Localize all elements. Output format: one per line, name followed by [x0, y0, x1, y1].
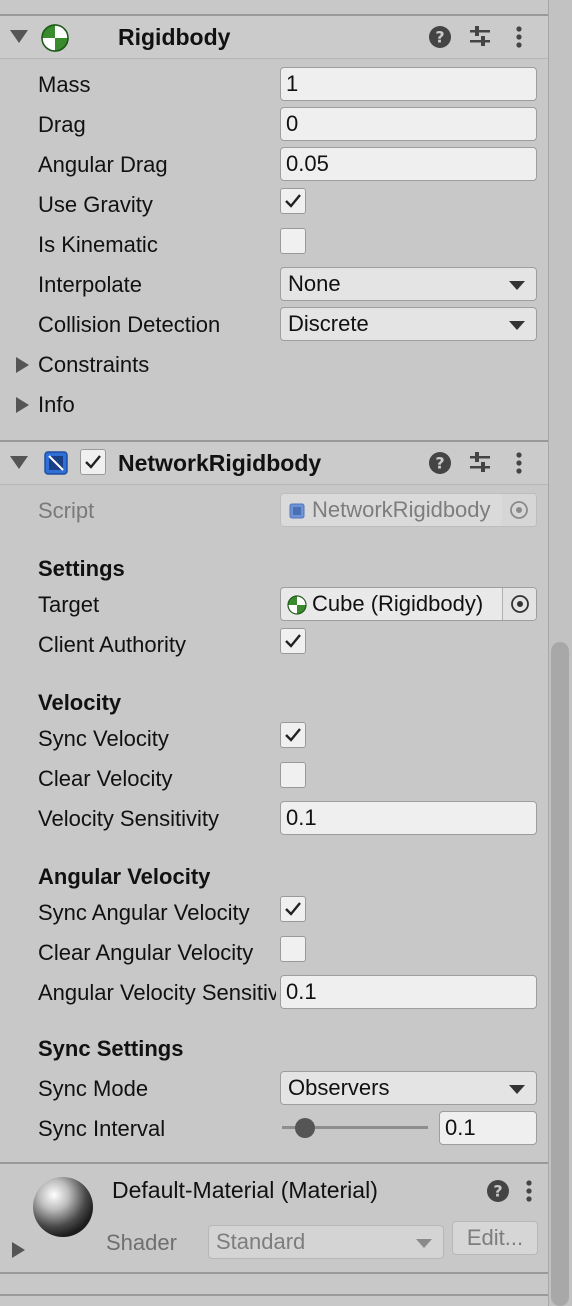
- sync-interval-label: Sync Interval: [38, 1116, 166, 1141]
- script-icon: [44, 451, 68, 480]
- info-foldout-label[interactable]: Info: [38, 392, 75, 418]
- sync-velocity-label: Sync Velocity: [38, 726, 169, 751]
- velocity-heading: Velocity: [38, 690, 122, 715]
- sync-interval-slider[interactable]: [282, 1118, 428, 1138]
- client-authority-checkbox[interactable]: [280, 628, 306, 654]
- object-picker-icon[interactable]: [502, 588, 536, 620]
- dropdown-arrow-icon: [416, 1239, 432, 1248]
- rigidbody-icon: [40, 23, 70, 58]
- context-menu-icon[interactable]: [514, 25, 524, 54]
- presets-icon[interactable]: [468, 451, 492, 480]
- interpolate-label: Interpolate: [38, 272, 142, 297]
- sync-mode-dropdown[interactable]: Observers: [280, 1071, 537, 1105]
- checkmark-icon: [85, 455, 101, 469]
- rigidbody-title: Rigidbody: [118, 24, 231, 50]
- velocity-sensitivity-field[interactable]: 0.1: [280, 801, 537, 835]
- settings-heading: Settings: [38, 556, 125, 581]
- constraints-foldout-label[interactable]: Constraints: [38, 352, 149, 378]
- clear-angular-velocity-checkbox[interactable]: [280, 936, 306, 962]
- interpolate-dropdown[interactable]: None: [280, 267, 537, 301]
- svg-text:?: ?: [493, 1182, 502, 1201]
- sync-angular-velocity-label: Sync Angular Velocity: [38, 900, 250, 925]
- clear-velocity-checkbox[interactable]: [280, 762, 306, 788]
- checkmark-icon: [285, 902, 301, 916]
- use-gravity-checkbox[interactable]: [280, 188, 306, 214]
- drag-label: Drag: [38, 112, 86, 137]
- checkmark-icon: [285, 634, 301, 648]
- divider: [0, 484, 548, 485]
- checkmark-icon: [285, 728, 301, 742]
- sync-velocity-checkbox[interactable]: [280, 722, 306, 748]
- interpolate-value: None: [288, 271, 341, 296]
- angular-velocity-heading: Angular Velocity: [38, 864, 211, 889]
- dropdown-arrow-icon: [509, 1085, 525, 1094]
- material-title: Default-Material (Material): [112, 1177, 378, 1203]
- context-menu-icon[interactable]: [514, 451, 524, 480]
- drag-field[interactable]: 0: [280, 107, 537, 141]
- is-kinematic-label: Is Kinematic: [38, 232, 158, 257]
- collision-detection-value: Discrete: [288, 311, 369, 336]
- angular-velocity-sensitivity-label: Angular Velocity Sensitivity: [38, 980, 276, 1005]
- divider: [0, 1272, 548, 1274]
- clear-angular-velocity-label: Clear Angular Velocity: [38, 940, 254, 965]
- divider: [0, 1294, 548, 1296]
- target-value: Cube (Rigidbody): [312, 591, 484, 616]
- target-label: Target: [38, 592, 100, 617]
- presets-icon[interactable]: [468, 25, 492, 54]
- fold-down-icon[interactable]: [10, 456, 28, 469]
- help-icon[interactable]: ?: [428, 25, 452, 54]
- script-label: Script: [38, 498, 95, 523]
- mass-field[interactable]: 1: [280, 67, 537, 101]
- client-authority-label: Client Authority: [38, 632, 186, 657]
- fold-down-icon[interactable]: [10, 30, 28, 43]
- sync-interval-field[interactable]: 0.1: [439, 1111, 537, 1145]
- scrollbar-thumb[interactable]: [551, 642, 569, 1306]
- material-foldout-icon[interactable]: [12, 1242, 25, 1258]
- help-icon[interactable]: ?: [486, 1179, 510, 1208]
- script-value: NetworkRigidbody: [312, 497, 491, 522]
- shader-dropdown[interactable]: Standard: [208, 1225, 444, 1259]
- sync-settings-heading: Sync Settings: [38, 1036, 184, 1061]
- help-icon[interactable]: ?: [428, 451, 452, 480]
- svg-text:?: ?: [435, 454, 444, 473]
- constraints-foldout-icon[interactable]: [16, 357, 29, 373]
- context-menu-icon[interactable]: [524, 1179, 534, 1208]
- enabled-checkbox[interactable]: [80, 449, 106, 475]
- divider: [0, 1162, 548, 1164]
- rigidbody-header[interactable]: Rigidbody ?: [0, 16, 548, 58]
- checkmark-icon: [285, 194, 301, 208]
- clear-velocity-label: Clear Velocity: [38, 766, 173, 791]
- script-field: NetworkRigidbody: [280, 493, 537, 527]
- use-gravity-label: Use Gravity: [38, 192, 153, 217]
- slider-thumb[interactable]: [295, 1118, 315, 1138]
- angular-drag-label: Angular Drag: [38, 152, 168, 177]
- script-file-icon: [289, 503, 305, 519]
- mass-label: Mass: [38, 72, 91, 97]
- shader-value: Standard: [216, 1229, 306, 1254]
- sync-mode-label: Sync Mode: [38, 1076, 149, 1101]
- dropdown-arrow-icon: [509, 321, 525, 330]
- shader-label: Shader: [106, 1230, 177, 1255]
- sync-mode-value: Observers: [288, 1075, 390, 1100]
- rigidbody-icon: [287, 595, 307, 615]
- network-rigidbody-header[interactable]: NetworkRigidbody ?: [0, 442, 548, 484]
- sync-angular-velocity-checkbox[interactable]: [280, 896, 306, 922]
- angular-drag-field[interactable]: 0.05: [280, 147, 537, 181]
- info-foldout-icon[interactable]: [16, 397, 29, 413]
- svg-text:?: ?: [435, 28, 444, 47]
- inspector-panel: Rigidbody ? Mass 1 Drag 0 Angular Drag 0…: [0, 0, 548, 1306]
- object-picker-icon: [502, 494, 536, 526]
- dropdown-arrow-icon: [509, 281, 525, 290]
- divider: [0, 58, 548, 59]
- collision-detection-label: Collision Detection: [38, 312, 221, 337]
- is-kinematic-checkbox[interactable]: [280, 228, 306, 254]
- collision-detection-dropdown[interactable]: Discrete: [280, 307, 537, 341]
- edit-shader-button[interactable]: Edit...: [452, 1221, 538, 1255]
- velocity-sensitivity-label: Velocity Sensitivity: [38, 806, 219, 831]
- material-preview-sphere: [30, 1174, 96, 1240]
- target-field[interactable]: Cube (Rigidbody): [280, 587, 537, 621]
- network-rigidbody-title: NetworkRigidbody: [118, 450, 322, 476]
- angular-velocity-sensitivity-field[interactable]: 0.1: [280, 975, 537, 1009]
